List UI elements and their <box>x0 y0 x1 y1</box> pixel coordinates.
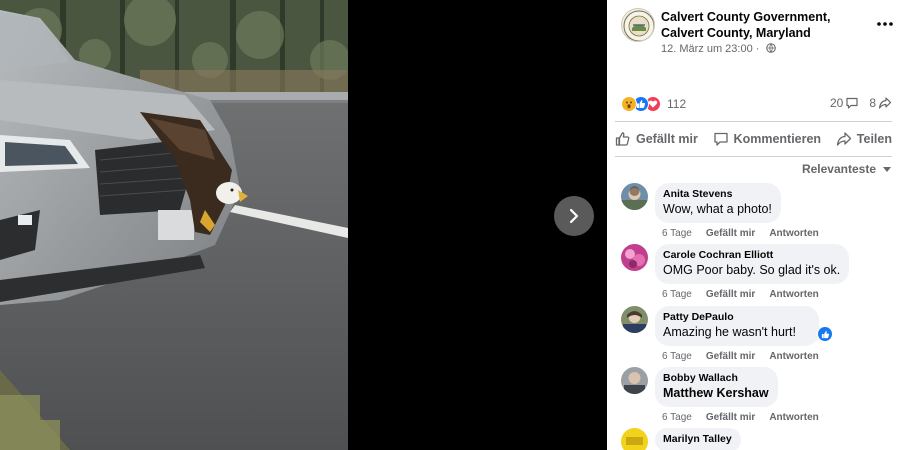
comment-mention-link[interactable]: Matthew Kershaw <box>663 385 769 401</box>
reaction-count[interactable]: 112 <box>667 97 686 111</box>
comment-time[interactable]: 6 Tage <box>662 412 692 423</box>
comment-time[interactable]: 6 Tage <box>662 351 692 362</box>
eagle-on-car-photo <box>0 0 348 450</box>
comment-button-label: Kommentieren <box>733 132 822 146</box>
post-details-panel: Calvert County Government, Calvert Count… <box>607 0 900 450</box>
post-stats: 20 8 <box>830 96 892 110</box>
more-horizontal-icon <box>877 22 893 26</box>
like-button[interactable]: Gefällt mir <box>615 131 698 147</box>
comment-author[interactable]: Marilyn Talley <box>663 433 732 446</box>
share-count-value: 8 <box>869 96 876 110</box>
share-arrow-icon <box>836 132 851 146</box>
share-count[interactable]: 8 <box>869 96 892 110</box>
comment-text: Wow, what a photo! <box>663 202 772 216</box>
comment-reply-link[interactable]: Antworten <box>769 289 818 300</box>
comment-like-link[interactable]: Gefällt mir <box>706 412 755 423</box>
comment-author[interactable]: Carole Cochran Elliott <box>663 249 840 262</box>
post-photo[interactable] <box>0 0 348 450</box>
comment-text: Amazing he wasn't hurt! <box>663 325 797 339</box>
globe-icon <box>765 43 776 53</box>
avatar[interactable] <box>621 306 648 333</box>
comment-bubble-icon <box>846 97 858 109</box>
comment-meta: 6 Tage Gefällt mir Antworten <box>662 289 819 300</box>
comment-author[interactable]: Anita Stevens <box>663 188 772 201</box>
comment-reply-link[interactable]: Antworten <box>769 351 818 362</box>
sort-label: Relevanteste <box>801 162 876 176</box>
comment-author[interactable]: Bobby Wallach <box>663 372 769 385</box>
comment-like-link[interactable]: Gefällt mir <box>706 351 755 362</box>
page-name[interactable]: Calvert County Government, Calvert Count… <box>661 9 841 41</box>
comment-count-value: 20 <box>829 96 844 110</box>
share-button-label: Teilen <box>856 132 892 146</box>
like-button-label: Gefällt mir <box>636 132 698 146</box>
comment-author[interactable]: Patty DePaulo <box>663 311 810 324</box>
comment-meta: 6 Tage Gefällt mir Antworten <box>662 351 819 362</box>
comment-like-link[interactable]: Gefällt mir <box>706 289 755 300</box>
county-seal-icon <box>623 10 654 41</box>
comment-sort-dropdown[interactable]: Relevanteste <box>802 162 892 176</box>
share-button[interactable]: Teilen <box>836 131 892 147</box>
comment-meta: 6 Tage Gefällt mir Antworten <box>662 412 819 423</box>
avatar[interactable] <box>621 367 648 394</box>
comment-bubble: Anita Stevens Wow, what a photo! <box>655 183 781 223</box>
wow-reaction-icon <box>621 96 637 112</box>
timestamp-text[interactable]: 12. März um 23:00 · <box>661 43 759 55</box>
post-actions-bar: Gefällt mir Kommentieren Teilen <box>615 126 892 152</box>
comment-reply-link[interactable]: Antworten <box>769 412 818 423</box>
comment-meta: 6 Tage Gefällt mir Antworten <box>662 228 819 239</box>
comment-count[interactable]: 20 <box>830 96 859 110</box>
comment-time[interactable]: 6 Tage <box>662 289 692 300</box>
thumbs-up-icon <box>615 132 630 146</box>
photo-viewer <box>0 0 607 450</box>
caret-down-icon <box>883 167 891 172</box>
comment-reply-link[interactable]: Antworten <box>769 228 818 239</box>
divider <box>615 156 892 157</box>
share-arrow-icon <box>878 97 892 109</box>
comment-text: OMG Poor baby. So glad it's ok. <box>663 263 841 277</box>
next-photo-button[interactable] <box>554 196 594 236</box>
more-options-button[interactable] <box>873 16 897 32</box>
comment-bubble: Carole Cochran Elliott OMG Poor baby. So… <box>655 244 850 284</box>
comment-bubble: Patty DePaulo Amazing he wasn't hurt! <box>655 306 820 346</box>
comment-bubble: Marilyn Talley <box>655 428 741 450</box>
avatar[interactable] <box>621 244 648 271</box>
page-avatar[interactable] <box>621 8 655 42</box>
reactions-summary[interactable]: 112 <box>621 94 686 114</box>
divider <box>615 121 892 122</box>
post-timestamp[interactable]: 12. März um 23:00 · <box>661 43 776 55</box>
comment-button[interactable]: Kommentieren <box>713 131 822 147</box>
comment-time[interactable]: 6 Tage <box>662 228 692 239</box>
chevron-right-icon <box>569 208 579 224</box>
avatar[interactable] <box>621 183 648 210</box>
comment-like-link[interactable]: Gefällt mir <box>706 228 755 239</box>
avatar[interactable] <box>621 428 648 450</box>
comment-bubble-icon <box>713 132 728 146</box>
comment-like-reaction-icon[interactable] <box>817 326 833 342</box>
comment-bubble: Bobby Wallach Matthew Kershaw <box>655 367 778 407</box>
